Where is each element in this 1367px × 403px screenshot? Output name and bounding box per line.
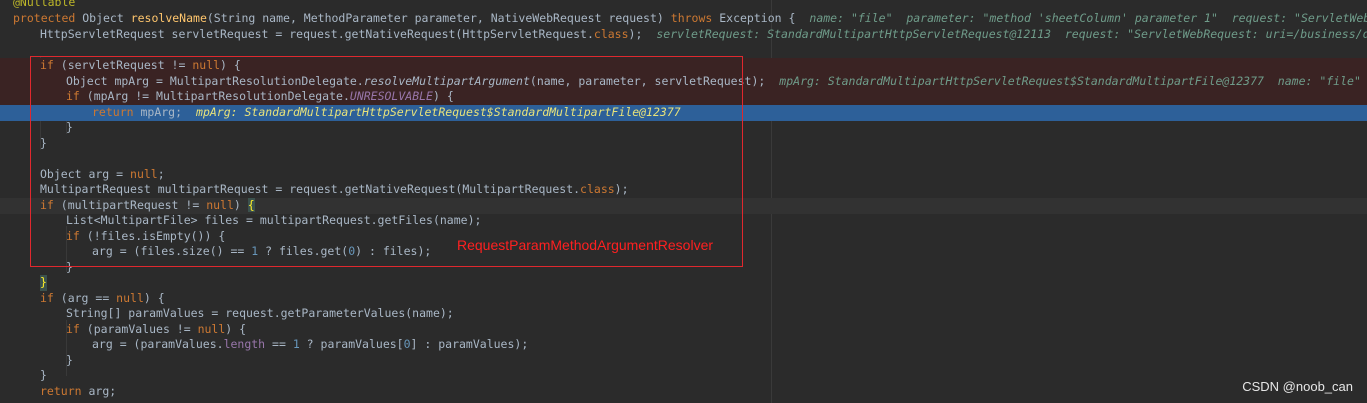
code-line[interactable]: @Nullable xyxy=(0,0,1367,11)
code-line[interactable]: arg = (paramValues.length == 1 ? paramVa… xyxy=(0,337,1367,353)
code-line[interactable]: } xyxy=(0,275,1367,291)
code-editor[interactable]: @Nullable protected Object resolveName(S… xyxy=(0,0,1367,403)
annotation-label: RequestParamMethodArgumentResolver xyxy=(457,237,714,253)
code-line[interactable]: protected Object resolveName(String name… xyxy=(0,11,1367,27)
matched-brace: } xyxy=(40,275,47,291)
code-line[interactable]: if (paramValues != null) { xyxy=(0,322,1367,338)
code-line[interactable]: String[] paramValues = request.getParame… xyxy=(0,306,1367,322)
code-line[interactable]: HttpServletRequest servletRequest = requ… xyxy=(0,27,1367,43)
inline-debug-hint: mpArg: StandardMultipartHttpServletReque… xyxy=(779,74,1361,88)
code-line[interactable]: } xyxy=(0,368,1367,384)
code-line[interactable]: if (arg == null) { xyxy=(0,291,1367,307)
code-line[interactable]: return arg; xyxy=(0,384,1367,400)
inline-debug-hint: servletRequest: StandardMultipartHttpSer… xyxy=(656,27,1367,41)
watermark: CSDN @noob_can xyxy=(1242,379,1353,394)
annotation-nullable: @Nullable xyxy=(13,0,76,9)
code-line[interactable]: } xyxy=(0,353,1367,369)
annotation-box xyxy=(30,56,743,267)
inline-debug-hint: name: "file" parameter: "method 'sheetCo… xyxy=(809,11,1367,25)
method-signature: protected Object resolveName(String name… xyxy=(13,11,1367,27)
